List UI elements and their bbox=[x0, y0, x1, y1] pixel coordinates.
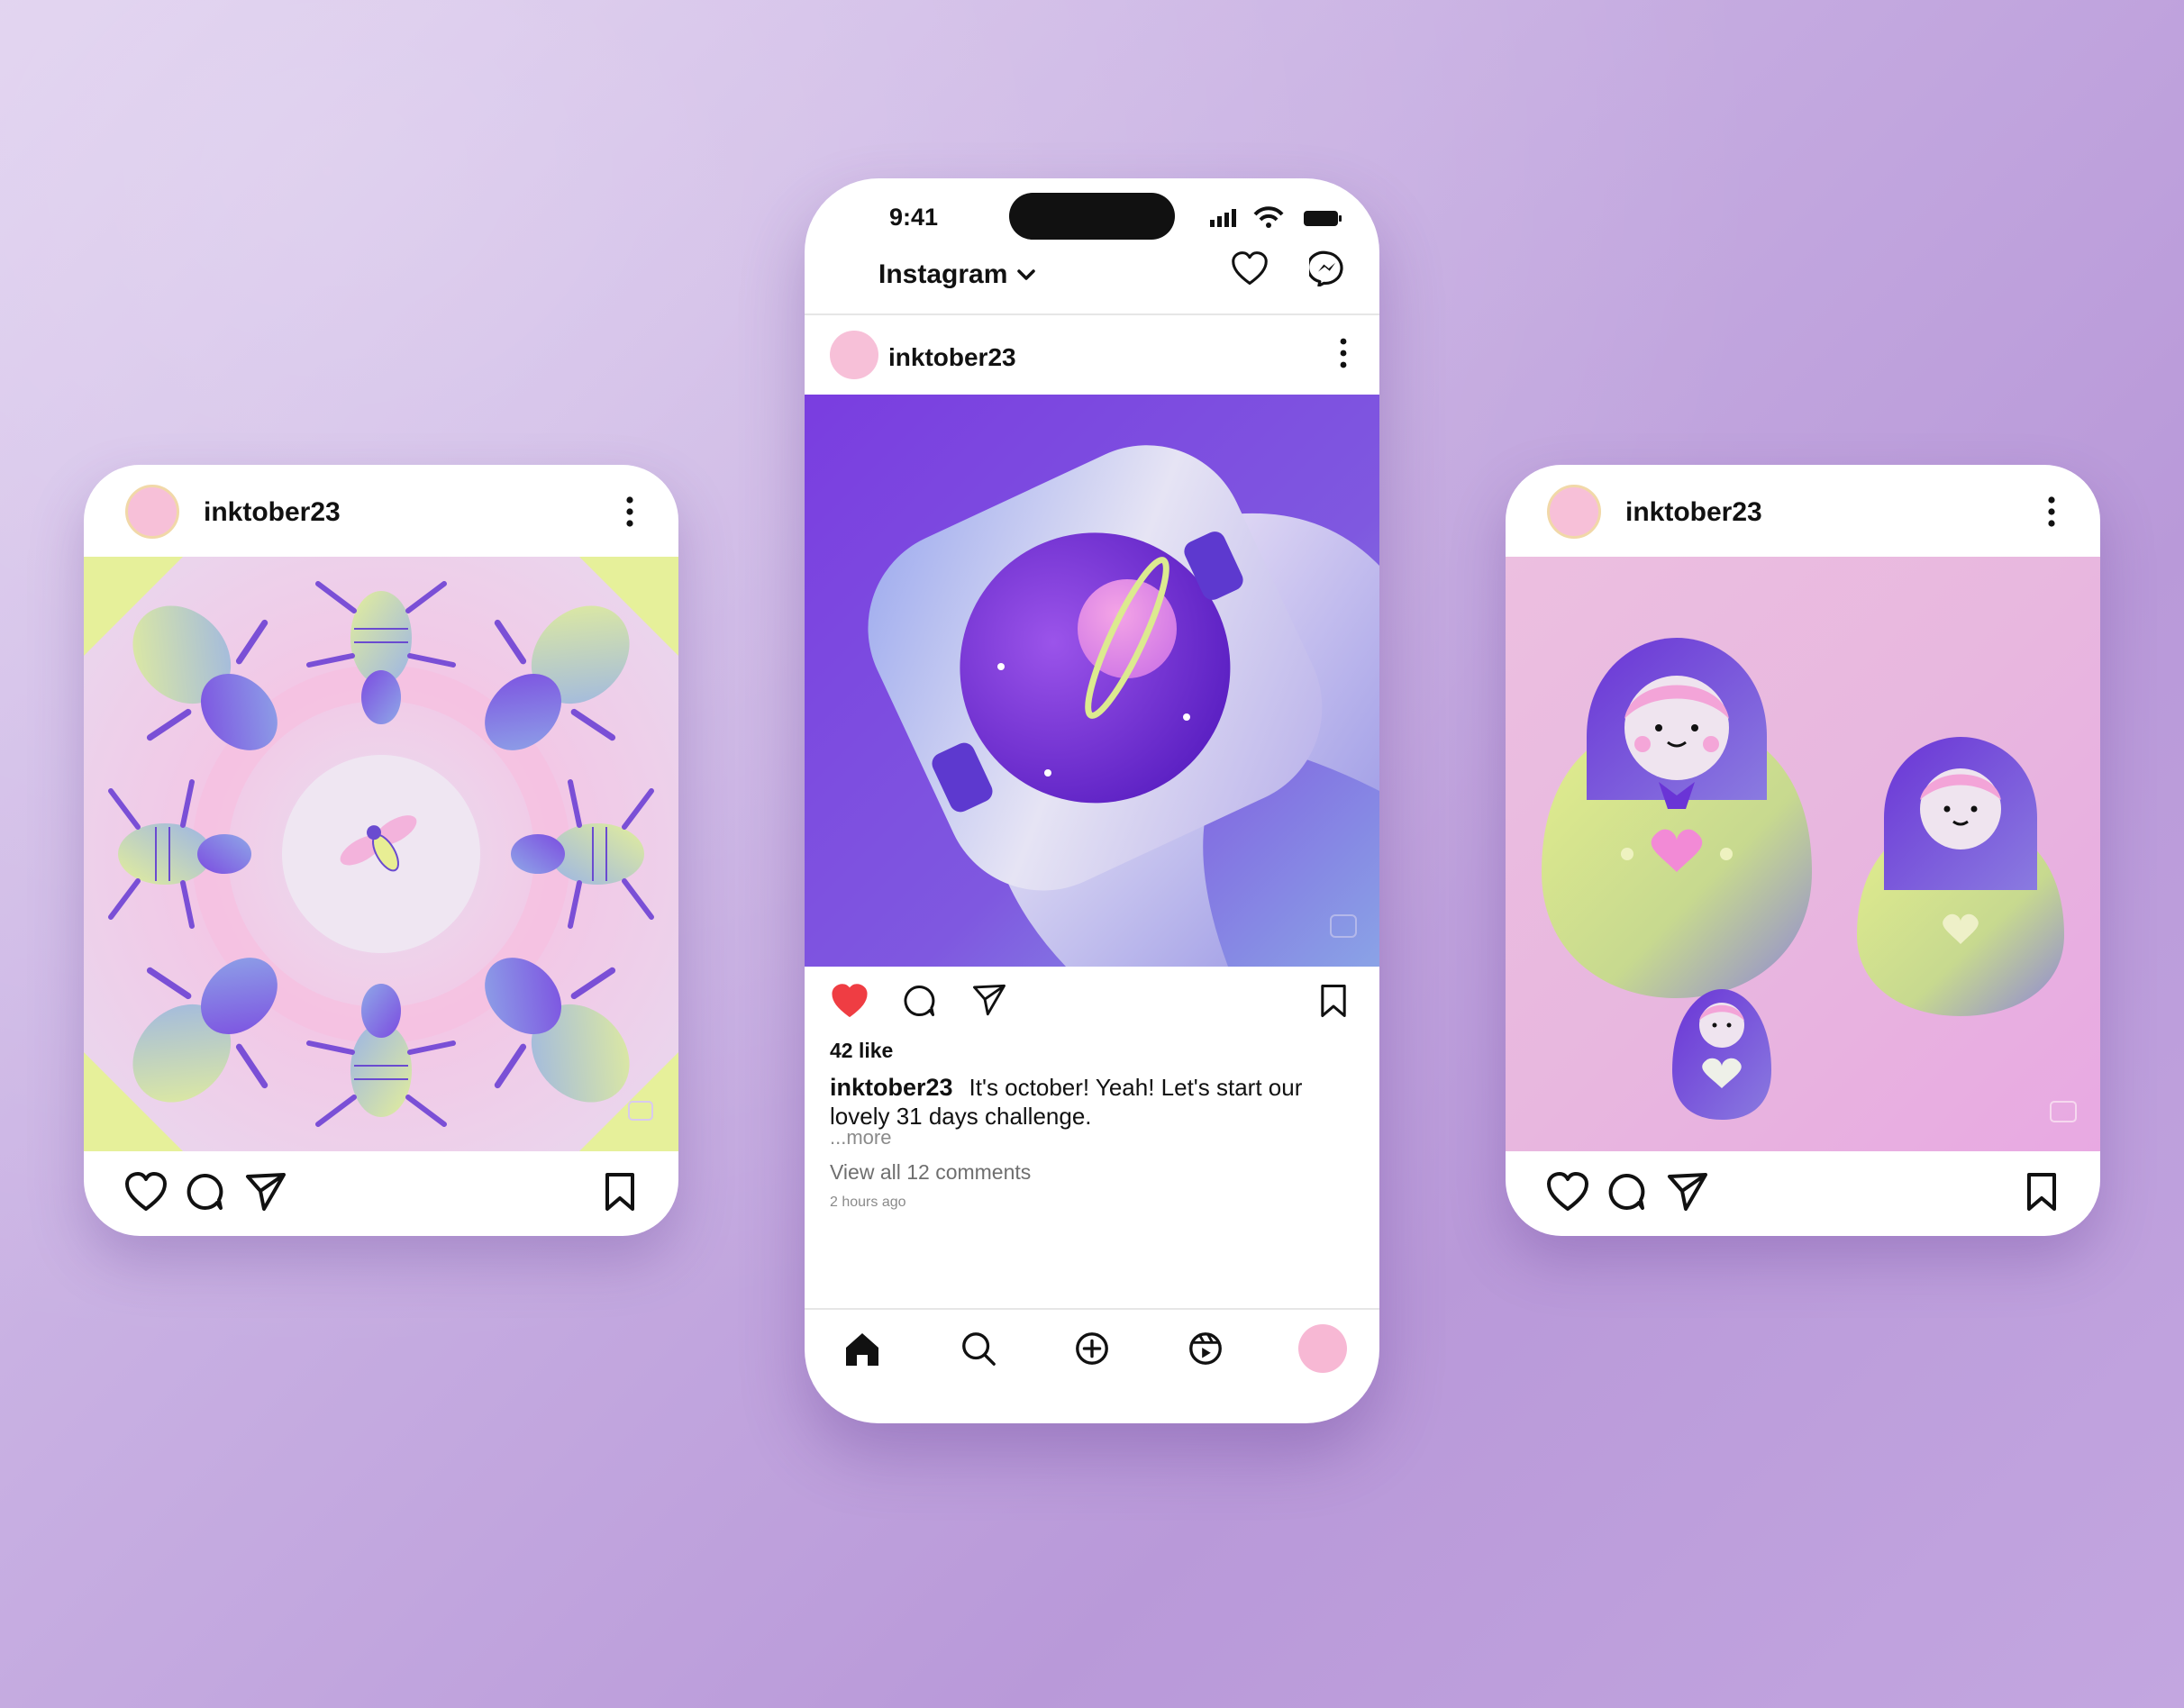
share-icon[interactable] bbox=[244, 1171, 287, 1213]
share-icon[interactable] bbox=[1666, 1171, 1709, 1213]
chevron-down-icon bbox=[1017, 269, 1036, 280]
avatar[interactable] bbox=[830, 331, 878, 379]
post-actions bbox=[805, 967, 1379, 1039]
dynamic-island bbox=[1009, 193, 1175, 240]
post-header: inktober23 bbox=[805, 315, 1379, 395]
messenger-icon[interactable] bbox=[1309, 250, 1345, 286]
home-icon[interactable] bbox=[842, 1330, 882, 1369]
post-username[interactable]: inktober23 bbox=[888, 343, 1016, 372]
profile-avatar[interactable] bbox=[1298, 1324, 1347, 1373]
heart-icon[interactable] bbox=[1230, 250, 1269, 286]
bookmark-icon[interactable] bbox=[1318, 983, 1349, 1019]
caption: inktober23 It's october! Yeah! Let's star… bbox=[830, 1073, 1361, 1131]
more-vertical-icon[interactable] bbox=[2043, 494, 2061, 530]
comment-icon[interactable] bbox=[902, 984, 936, 1018]
reels-icon[interactable] bbox=[1187, 1330, 1224, 1367]
comment-icon[interactable] bbox=[185, 1172, 224, 1212]
post-card-left: inktober23 bbox=[84, 465, 678, 1236]
post-header: inktober23 bbox=[1506, 465, 2100, 557]
post-username[interactable]: inktober23 bbox=[1625, 497, 1762, 528]
app-title: Instagram bbox=[878, 259, 1008, 289]
more-vertical-icon[interactable] bbox=[621, 494, 639, 530]
battery-icon bbox=[1304, 211, 1342, 226]
comment-icon[interactable] bbox=[1606, 1172, 1646, 1212]
post-actions bbox=[1506, 1151, 2100, 1236]
avatar[interactable] bbox=[125, 485, 179, 539]
phone-mockup: 9:41 Instagram inktober23 42 like inktob… bbox=[805, 178, 1379, 1423]
more-vertical-icon[interactable] bbox=[1334, 335, 1352, 371]
search-icon[interactable] bbox=[960, 1330, 997, 1367]
post-image[interactable] bbox=[1506, 557, 2100, 1151]
more-link[interactable]: ...more bbox=[830, 1126, 891, 1149]
app-title-dropdown[interactable]: Instagram bbox=[878, 259, 1036, 290]
post-actions bbox=[84, 1151, 678, 1236]
heart-filled-icon[interactable] bbox=[830, 983, 869, 1019]
bottom-nav bbox=[805, 1310, 1379, 1423]
caption-username[interactable]: inktober23 bbox=[830, 1074, 953, 1101]
share-icon[interactable] bbox=[971, 983, 1007, 1017]
post-username[interactable]: inktober23 bbox=[204, 497, 341, 528]
status-time: 9:41 bbox=[889, 204, 939, 231]
bookmark-icon[interactable] bbox=[2025, 1171, 2059, 1213]
post-image[interactable] bbox=[84, 557, 678, 1151]
like-count[interactable]: 42 like bbox=[830, 1039, 893, 1063]
create-icon[interactable] bbox=[1073, 1330, 1111, 1367]
post-header: inktober23 bbox=[84, 465, 678, 557]
wifi-icon bbox=[1253, 206, 1284, 228]
signal-icon bbox=[1210, 209, 1236, 227]
heart-icon[interactable] bbox=[123, 1171, 168, 1213]
heart-icon[interactable] bbox=[1545, 1171, 1590, 1213]
post-image[interactable] bbox=[805, 395, 1379, 967]
bookmark-icon[interactable] bbox=[603, 1171, 637, 1213]
avatar[interactable] bbox=[1547, 485, 1601, 539]
view-comments-link[interactable]: View all 12 comments bbox=[830, 1160, 1031, 1185]
post-timestamp: 2 hours ago bbox=[830, 1195, 906, 1210]
post-card-right: inktober23 bbox=[1506, 465, 2100, 1236]
status-icons bbox=[1210, 205, 1345, 235]
